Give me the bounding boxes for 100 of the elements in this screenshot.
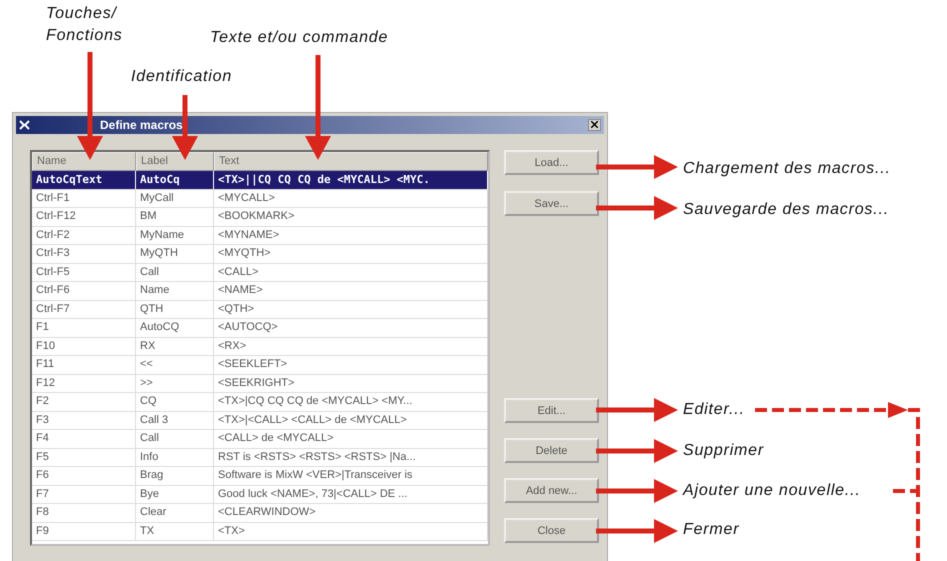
callout-label: Texte et/ou commande bbox=[210, 28, 388, 48]
table-cell: Ctrl-F12 bbox=[32, 208, 136, 226]
table-cell: >> bbox=[136, 374, 214, 392]
table-cell: Name bbox=[136, 282, 214, 300]
table-cell: <AUTOCQ> bbox=[214, 319, 488, 336]
table-cell: << bbox=[136, 356, 214, 374]
table-cell: MyQTH bbox=[136, 245, 214, 262]
table-cell: Call bbox=[136, 264, 214, 281]
table-cell: <QTH> bbox=[214, 300, 488, 318]
table-cell: F1 bbox=[32, 319, 136, 336]
app-icon bbox=[19, 120, 30, 130]
table-cell: F2 bbox=[32, 393, 136, 410]
table-cell: <TX>|CQ CQ CQ de <MYCALL> <MY... bbox=[214, 393, 488, 410]
table-cell: <NAME> bbox=[214, 282, 488, 300]
table-row[interactable]: Ctrl-F1 MyCall <MYCALL> bbox=[32, 190, 488, 208]
callout-label: Chargement des macros... bbox=[683, 159, 891, 179]
table-cell: <MYNAME> bbox=[214, 226, 488, 244]
table-cell: <TX> bbox=[214, 522, 488, 540]
dialog-button[interactable]: Delete bbox=[504, 438, 599, 463]
table-cell: Call 3 bbox=[136, 412, 214, 429]
table-cell: QTH bbox=[136, 300, 214, 318]
table-cell: MyCall bbox=[136, 190, 214, 207]
dialog-button[interactable]: Edit... bbox=[504, 398, 599, 423]
table-row[interactable]: F2 CQ <TX>|CQ CQ CQ de <MYCALL> <MY... bbox=[32, 393, 488, 412]
close-button[interactable] bbox=[588, 119, 601, 131]
table-cell: Bye bbox=[136, 486, 214, 503]
table-cell: RST is <RSTS> <RSTS> <RSTS> |Na... bbox=[214, 448, 488, 466]
table-row[interactable]: F1 AutoCQ <AUTOCQ> bbox=[32, 319, 488, 338]
table-cell: Ctrl-F1 bbox=[32, 190, 136, 207]
dialog-button[interactable]: Load... bbox=[504, 150, 599, 175]
table-cell: RX bbox=[136, 338, 214, 355]
table-row[interactable]: AutoCqText AutoCq <TX>||CQ CQ CQ de <MYCALL> <MYC. bbox=[32, 171, 488, 190]
table-cell: F7 bbox=[32, 486, 136, 503]
table-cell: Ctrl-F3 bbox=[32, 245, 136, 262]
dialog-button[interactable]: Close bbox=[504, 518, 599, 543]
table-cell: AutoCqText bbox=[32, 171, 136, 188]
table-cell: AutoCq bbox=[136, 171, 214, 188]
callout-label: Fermer bbox=[683, 520, 740, 540]
table-cell: <SEEKRIGHT> bbox=[214, 374, 488, 392]
table-row[interactable]: F4 Call <CALL> de <MYCALL> bbox=[32, 430, 488, 448]
column-header[interactable]: Label bbox=[136, 152, 214, 171]
table-cell: MyName bbox=[136, 226, 214, 244]
table-cell: Ctrl-F5 bbox=[32, 264, 136, 281]
table-row[interactable]: F8 Clear <CLEARWINDOW> bbox=[32, 504, 488, 522]
table-row[interactable]: Ctrl-F2 MyName <MYNAME> bbox=[32, 226, 488, 245]
table-cell: <MYQTH> bbox=[214, 245, 488, 262]
table-cell: F11 bbox=[32, 356, 136, 374]
table-cell: F9 bbox=[32, 522, 136, 540]
callout-label: Touches/ Fonctions bbox=[46, 4, 123, 46]
table-cell: F5 bbox=[32, 448, 136, 466]
table-cell: F4 bbox=[32, 430, 136, 448]
column-header[interactable]: Name bbox=[32, 152, 136, 171]
table-cell: <SEEKLEFT> bbox=[214, 356, 488, 374]
table-cell: Good luck <NAME>, 73|<CALL> DE ... bbox=[214, 486, 488, 503]
table-cell: <CALL> de <MYCALL> bbox=[214, 430, 488, 448]
table-row[interactable]: F12 >> <SEEKRIGHT> bbox=[32, 374, 488, 393]
callout-label: Supprimer bbox=[683, 441, 764, 461]
table-row[interactable]: F11 << <SEEKLEFT> bbox=[32, 356, 488, 374]
table-cell: TX bbox=[136, 522, 214, 540]
table-cell: F8 bbox=[32, 504, 136, 522]
table-row[interactable]: F3 Call 3 <TX>|<CALL> <CALL> de <MYCALL> bbox=[32, 412, 488, 430]
table-row[interactable]: Ctrl-F5 Call <CALL> bbox=[32, 264, 488, 282]
callout-label: Editer... bbox=[683, 400, 745, 420]
table-cell: AutoCQ bbox=[136, 319, 214, 336]
table-row[interactable]: Ctrl-F3 MyQTH <MYQTH> bbox=[32, 245, 488, 264]
table-cell: Ctrl-F2 bbox=[32, 226, 136, 244]
table-cell: <CALL> bbox=[214, 264, 488, 281]
table-cell: <MYCALL> bbox=[214, 190, 488, 207]
table-cell: BM bbox=[136, 208, 214, 226]
table-cell: Ctrl-F6 bbox=[32, 282, 136, 300]
dialog-button[interactable]: Save... bbox=[504, 191, 599, 216]
callout-label: Identification bbox=[131, 67, 232, 87]
table-cell: Info bbox=[136, 448, 214, 466]
callout-label: Sauvegarde des macros... bbox=[683, 200, 889, 220]
table-cell: CQ bbox=[136, 393, 214, 410]
table-cell: <TX>|<CALL> <CALL> de <MYCALL> bbox=[214, 412, 488, 429]
dialog-button[interactable]: Add new... bbox=[504, 478, 599, 503]
table-cell: F6 bbox=[32, 467, 136, 484]
table-row[interactable]: Ctrl-F6 Name <NAME> bbox=[32, 282, 488, 300]
callout-label: Ajouter une nouvelle... bbox=[683, 481, 861, 501]
table-cell: F12 bbox=[32, 374, 136, 392]
table-cell: <TX>||CQ CQ CQ de <MYCALL> <MYC. bbox=[214, 171, 488, 188]
table-cell: Software is MixW <VER>|Transceiver is bbox=[214, 467, 488, 484]
table-cell: <CLEARWINDOW> bbox=[214, 504, 488, 522]
table-cell: Brag bbox=[136, 467, 214, 484]
table-row[interactable]: F5 Info RST is <RSTS> <RSTS> <RSTS> |Na... bbox=[32, 448, 488, 467]
table-cell: Call bbox=[136, 430, 214, 448]
table-cell: <RX> bbox=[214, 338, 488, 355]
table-row[interactable]: Ctrl-F12 BM <BOOKMARK> bbox=[32, 208, 488, 226]
table-cell: F3 bbox=[32, 412, 136, 429]
column-header[interactable]: Text bbox=[214, 152, 488, 171]
table-row[interactable]: F6 Brag Software is MixW <VER>|Transceiver is bbox=[32, 467, 488, 486]
table-cell: <BOOKMARK> bbox=[214, 208, 488, 226]
table-cell: Ctrl-F7 bbox=[32, 300, 136, 318]
table-row[interactable]: Ctrl-F7 QTH <QTH> bbox=[32, 300, 488, 319]
table-cell: F10 bbox=[32, 338, 136, 355]
window-title: Define macros bbox=[99, 118, 184, 132]
table-row[interactable]: F9 TX <TX> bbox=[32, 522, 488, 541]
table-row[interactable]: F10 RX <RX> bbox=[32, 338, 488, 356]
table-row[interactable]: F7 Bye Good luck <NAME>, 73|<CALL> DE ... bbox=[32, 486, 488, 504]
